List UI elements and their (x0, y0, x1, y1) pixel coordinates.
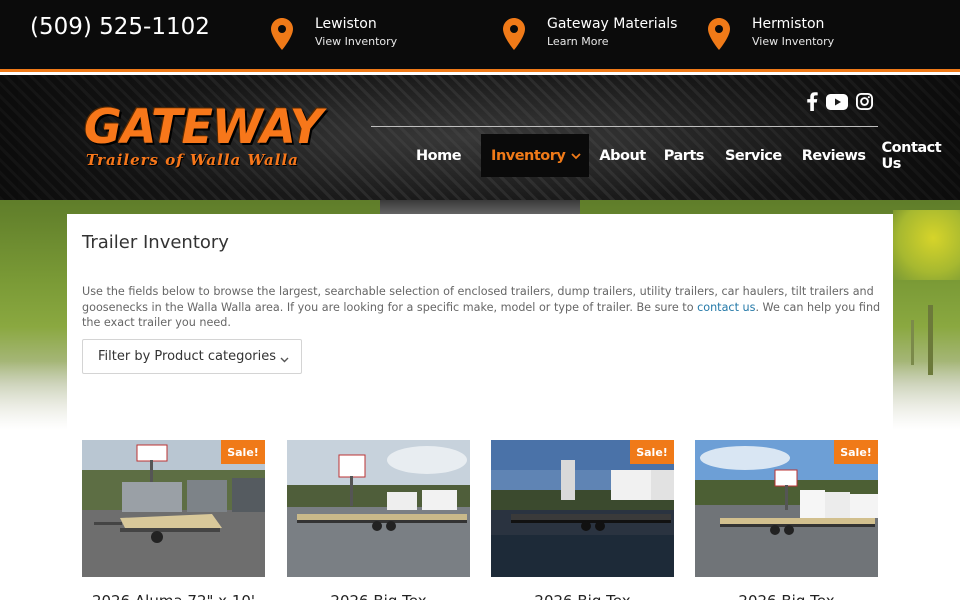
header-divider (371, 126, 878, 127)
product-image[interactable]: Sale! (82, 440, 265, 577)
product-title[interactable]: 2026 Big Tex (287, 592, 470, 600)
filter-label: Filter by Product categories (98, 349, 277, 364)
location-link[interactable]: View Inventory (315, 35, 397, 48)
product-card[interactable]: Sale! 2026 Aluma 72" x 10' (82, 440, 265, 600)
location-link[interactable]: View Inventory (752, 35, 834, 48)
product-title[interactable]: 2026 Aluma 72" x 10' (82, 592, 265, 600)
chevron-down-icon (571, 148, 582, 164)
product-image[interactable] (287, 440, 470, 577)
location-link[interactable]: Learn More (547, 35, 609, 48)
instagram-icon[interactable] (856, 93, 873, 114)
page-title: Trailer Inventory (82, 232, 229, 253)
nav-home[interactable]: Home (410, 134, 467, 177)
nav-about[interactable]: About (593, 134, 651, 177)
intro-text: Use the fields below to browse the large… (82, 284, 882, 331)
product-title[interactable]: 2026 Big Tex (491, 592, 674, 600)
sale-badge: Sale! (221, 440, 265, 464)
product-card[interactable]: Sale! 2026 Big Tex (695, 440, 878, 600)
product-title[interactable]: 2026 Big Tex (695, 592, 878, 600)
product-category-filter[interactable]: Filter by Product categories (82, 339, 302, 374)
map-pin-icon (708, 18, 730, 50)
product-image[interactable]: Sale! (491, 440, 674, 577)
nav-inventory[interactable]: Inventory (481, 134, 590, 177)
trailer-photo (287, 440, 470, 577)
product-card[interactable]: Sale! 2026 Big Tex (491, 440, 674, 600)
site-logo[interactable]: GATEWAY Trailers of Walla Walla (84, 100, 327, 170)
social-links (806, 92, 873, 115)
product-image[interactable]: Sale! (695, 440, 878, 577)
youtube-icon[interactable] (826, 93, 848, 114)
chevron-down-icon (280, 352, 289, 367)
top-bar: (509) 525-1102 Lewiston View Inventory G… (0, 0, 960, 72)
phone-number[interactable]: (509) 525-1102 (30, 14, 210, 40)
hero-post (911, 320, 914, 365)
location-name: Hermiston (752, 16, 825, 32)
main-nav: Home Inventory About Parts Service Revie… (410, 134, 960, 177)
map-pin-icon (271, 18, 293, 50)
nav-inventory-label: Inventory (491, 147, 566, 164)
hero-foliage (893, 210, 960, 280)
nav-contact-us[interactable]: Contact Us (876, 134, 960, 177)
location-name: Lewiston (315, 16, 377, 32)
nav-parts[interactable]: Parts (658, 134, 710, 177)
product-card[interactable]: 2026 Big Tex (287, 440, 470, 600)
nav-service[interactable]: Service (719, 134, 788, 177)
logo-wordmark: GATEWAY (84, 100, 323, 155)
contact-us-link[interactable]: contact us (697, 301, 755, 314)
location-name: Gateway Materials (547, 16, 678, 32)
site-header: GATEWAY Trailers of Walla Walla Home Inv… (0, 75, 960, 200)
hero-post (928, 305, 933, 375)
sale-badge: Sale! (834, 440, 878, 464)
facebook-icon[interactable] (806, 92, 818, 115)
sale-badge: Sale! (630, 440, 674, 464)
map-pin-icon (503, 18, 525, 50)
nav-reviews[interactable]: Reviews (796, 134, 872, 177)
